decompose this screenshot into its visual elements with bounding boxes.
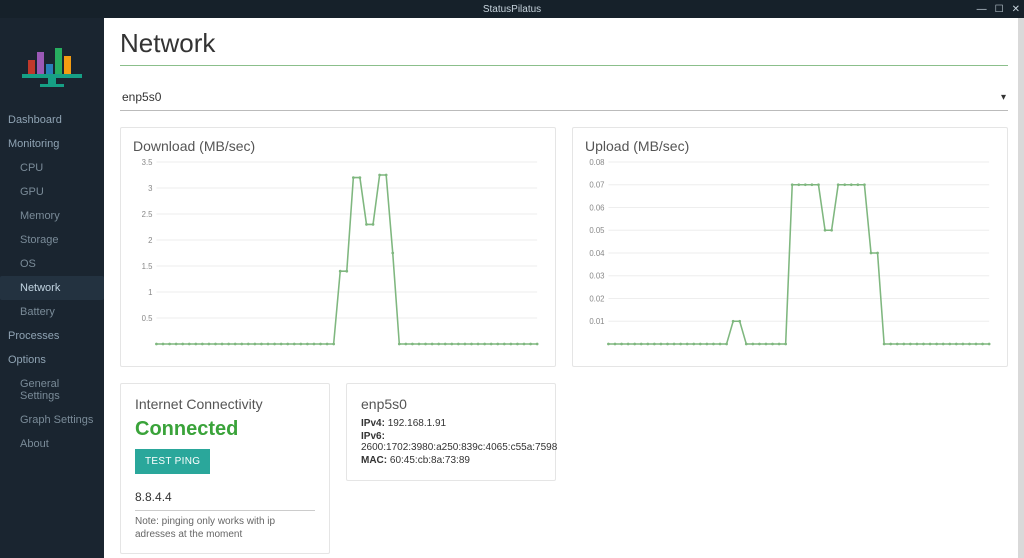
ipv4-row: IPv4: 192.168.1.91 [361, 418, 541, 429]
svg-text:0.03: 0.03 [589, 272, 605, 281]
ipv6-row: IPv6: 2600:1702:3980:a250:839c:4065:c55a… [361, 431, 541, 453]
svg-text:0.01: 0.01 [589, 317, 604, 326]
download-chart: 0.5 1 1.5 2 2.5 3 3.5 [133, 158, 543, 358]
title-divider [120, 65, 1008, 66]
sidebar-item-storage[interactable]: Storage [0, 228, 104, 252]
sidebar-item-options[interactable]: Options [0, 348, 104, 372]
test-ping-button[interactable]: TEST PING [135, 449, 210, 474]
download-chart-card: Download (MB/sec) 0.5 1 1.5 2 2.5 3 3.5 [120, 127, 556, 367]
window-maximize-icon[interactable]: ☐ [995, 4, 1004, 15]
svg-text:2.5: 2.5 [142, 210, 153, 219]
download-chart-title: Download (MB/sec) [133, 138, 543, 154]
upload-chart-card: Upload (MB/sec) 0.01 0.02 0.03 0.04 0.05 0.06… [572, 127, 1008, 367]
sidebar-item-dashboard[interactable]: Dashboard [0, 108, 104, 132]
svg-text:0.08: 0.08 [589, 158, 605, 167]
sidebar-item-graph-settings[interactable]: Graph Settings [0, 408, 104, 432]
sidebar-item-processes[interactable]: Processes [0, 324, 104, 348]
ping-note: Note: pinging only works with ip adresse… [135, 515, 315, 541]
svg-text:0.05: 0.05 [589, 226, 605, 235]
page-title: Network [120, 28, 1008, 59]
svg-text:2: 2 [148, 236, 152, 245]
sidebar-item-gpu[interactable]: GPU [0, 180, 104, 204]
app-logo [0, 18, 104, 108]
sidebar-item-os[interactable]: OS [0, 252, 104, 276]
sidebar-item-general-settings[interactable]: General Settings [0, 372, 104, 408]
svg-text:0.06: 0.06 [589, 203, 605, 212]
sidebar-item-battery[interactable]: Battery [0, 300, 104, 324]
interface-info-card: enp5s0 IPv4: 192.168.1.91 IPv6: 2600:170… [346, 383, 556, 481]
mac-row: MAC: 60:45:cb:8a:73:89 [361, 455, 541, 466]
window-close-icon[interactable]: ✕ [1012, 4, 1020, 15]
svg-text:3: 3 [148, 184, 153, 193]
interface-selected-label: enp5s0 [122, 90, 161, 104]
main-content: Network enp5s0 ▾ Download (MB/sec) 0.5 1 1… [104, 18, 1024, 558]
sidebar-item-cpu[interactable]: CPU [0, 156, 104, 180]
sidebar-item-about[interactable]: About [0, 432, 104, 456]
svg-text:0.5: 0.5 [142, 314, 153, 323]
svg-text:3.5: 3.5 [142, 158, 153, 167]
connectivity-card: Internet Connectivity Connected TEST PIN… [120, 383, 330, 554]
sidebar-item-network[interactable]: Network [0, 276, 104, 300]
upload-chart-title: Upload (MB/sec) [585, 138, 995, 154]
svg-text:0.04: 0.04 [589, 249, 605, 258]
upload-chart: 0.01 0.02 0.03 0.04 0.05 0.06 0.07 0.08 [585, 158, 995, 358]
svg-text:1: 1 [148, 288, 152, 297]
interface-info-name: enp5s0 [361, 396, 541, 412]
window-minimize-icon[interactable]: — [977, 4, 987, 15]
sidebar-item-memory[interactable]: Memory [0, 204, 104, 228]
ping-target-input[interactable]: 8.8.4.4 [135, 482, 315, 511]
sidebar-item-monitoring[interactable]: Monitoring [0, 132, 104, 156]
interface-select[interactable]: enp5s0 ▾ [120, 86, 1008, 111]
connectivity-status: Connected [135, 418, 315, 441]
connectivity-title: Internet Connectivity [135, 396, 315, 412]
window-titlebar: StatusPilatus — ☐ ✕ [0, 0, 1024, 18]
svg-text:0.02: 0.02 [589, 294, 604, 303]
svg-text:1.5: 1.5 [142, 262, 153, 271]
window-title: StatusPilatus [483, 4, 541, 15]
sidebar: DashboardMonitoringCPUGPUMemoryStorageOS… [0, 18, 104, 558]
chevron-down-icon: ▾ [1001, 92, 1006, 103]
svg-text:0.07: 0.07 [589, 181, 604, 190]
